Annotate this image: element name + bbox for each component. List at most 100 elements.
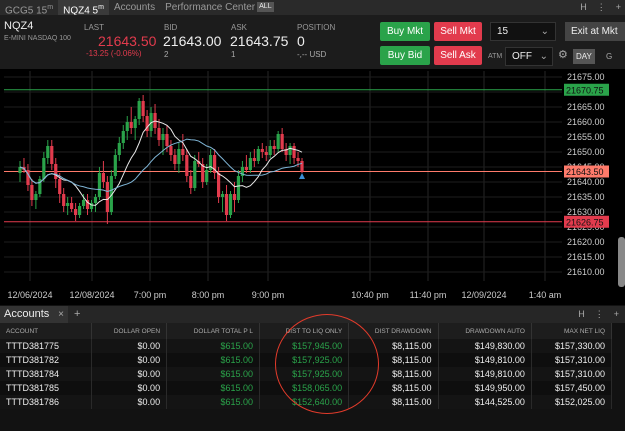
table-cell: $615.00 bbox=[166, 353, 260, 367]
table-cell: TTTD381786 bbox=[0, 395, 93, 409]
candle bbox=[260, 149, 264, 152]
x-tick-label: 12/09/2024 bbox=[461, 290, 506, 300]
table-cell: $157,925.00 bbox=[259, 353, 350, 367]
candle bbox=[232, 194, 237, 200]
menu-icon[interactable]: ⋮ bbox=[597, 0, 606, 15]
table-cell: $8,115.00 bbox=[348, 339, 439, 353]
candle bbox=[165, 134, 169, 146]
window-controls: H ⋮ + bbox=[580, 0, 621, 15]
table-cell: $615.00 bbox=[166, 339, 260, 353]
ask-size: 1 bbox=[231, 50, 236, 59]
quantity-select[interactable]: 15 ⌄ bbox=[490, 22, 556, 41]
candle bbox=[280, 134, 284, 149]
candle bbox=[70, 203, 74, 209]
close-icon[interactable]: × bbox=[58, 306, 64, 323]
candle bbox=[173, 155, 177, 164]
candle bbox=[272, 146, 276, 149]
table-cell: $0.00 bbox=[91, 353, 168, 367]
table-cell: $158,065.00 bbox=[259, 381, 350, 395]
table-row[interactable]: TTTD381784 $0.00 $615.00 $157,925.00 $8,115.… bbox=[0, 367, 613, 381]
tif-option[interactable]: G bbox=[603, 49, 615, 64]
ask-price: 21643.75 bbox=[230, 33, 289, 49]
price-chart[interactable]: 21675.0021670.0021665.0021660.0021655.00… bbox=[0, 69, 625, 305]
chevron-down-icon: ⌄ bbox=[540, 26, 549, 37]
plus-icon[interactable]: + bbox=[74, 306, 80, 323]
table-row[interactable]: TTTD381782 $0.00 $615.00 $157,925.00 $8,115.… bbox=[0, 353, 613, 367]
link-icon[interactable]: H bbox=[580, 0, 587, 15]
table-row[interactable]: TTTD381786 $0.00 $615.00 $152,640.00 $8,115.… bbox=[0, 395, 613, 409]
tab-label: Accounts bbox=[113, 2, 156, 13]
candle bbox=[177, 149, 181, 164]
link-icon[interactable]: H bbox=[578, 306, 585, 323]
x-tick-label: 11:40 pm bbox=[410, 290, 447, 300]
table-cell: $8,115.00 bbox=[348, 381, 439, 395]
candle bbox=[137, 101, 141, 119]
column-header[interactable]: ACCOUNT bbox=[0, 323, 93, 339]
candle bbox=[244, 167, 248, 170]
table-row[interactable]: TTTD381785 $0.00 $615.00 $158,065.00 $8,115.… bbox=[0, 381, 613, 395]
tab-gcg5[interactable]: GCG5 15m bbox=[0, 0, 58, 16]
bid-price: 21643.00 bbox=[163, 33, 222, 49]
plus-icon[interactable]: + bbox=[616, 0, 621, 15]
table-cell: $8,115.00 bbox=[348, 395, 439, 409]
sell-mkt-button[interactable]: Sell Mkt bbox=[434, 22, 482, 41]
column-header[interactable]: DOLLAR TOTAL P L bbox=[166, 323, 260, 339]
position-value: 0 bbox=[297, 33, 305, 49]
accounts-tab[interactable]: Accounts × bbox=[0, 306, 68, 323]
accounts-tab-bar: Accounts × + H ⋮ + bbox=[0, 306, 625, 323]
tab-bar: GCG5 15m NQZ4 5m Accounts Performance Ce… bbox=[0, 0, 625, 16]
table-cell: $149,830.00 bbox=[438, 339, 532, 353]
y-tick-label: 21675.00 bbox=[567, 72, 605, 82]
candle bbox=[220, 194, 225, 197]
position-label: POSITION bbox=[297, 23, 336, 32]
scrollbar[interactable] bbox=[618, 237, 625, 287]
table-cell: $8,115.00 bbox=[348, 367, 439, 381]
y-tick-label: 21615.00 bbox=[567, 252, 605, 262]
column-header[interactable]: DOLLAR OPEN bbox=[91, 323, 168, 339]
tab-accounts[interactable]: Accounts bbox=[109, 0, 160, 15]
candle bbox=[248, 158, 252, 170]
y-tick-label: 21610.00 bbox=[567, 267, 605, 277]
y-tick-label: 21635.00 bbox=[567, 192, 605, 202]
x-tick-label: 10:40 pm bbox=[351, 290, 389, 300]
table-cell: $0.00 bbox=[91, 381, 168, 395]
candle bbox=[74, 209, 78, 215]
tab-nqz4[interactable]: NQZ4 5m bbox=[58, 0, 109, 16]
buy-mkt-button[interactable]: Buy Mkt bbox=[380, 22, 430, 41]
table-cell: $157,945.00 bbox=[259, 339, 350, 353]
all-badge[interactable]: ALL bbox=[257, 2, 274, 13]
candle bbox=[268, 146, 272, 155]
column-header[interactable]: MAX NET LIQ bbox=[531, 323, 613, 339]
candle bbox=[62, 194, 66, 206]
atm-label: ATM bbox=[488, 53, 503, 60]
candle bbox=[141, 101, 145, 116]
candle bbox=[58, 179, 62, 194]
gear-icon[interactable]: ⚙ bbox=[558, 48, 568, 61]
column-header[interactable]: DRAWDOWN AUTO bbox=[438, 323, 532, 339]
candle bbox=[105, 182, 109, 212]
candle bbox=[117, 143, 121, 155]
buy-bid-button[interactable]: Buy Bid bbox=[380, 46, 430, 65]
menu-icon[interactable]: ⋮ bbox=[595, 306, 604, 323]
candle bbox=[34, 194, 38, 200]
exit-at-mkt-button[interactable]: Exit at Mkt bbox=[565, 22, 625, 41]
candle bbox=[42, 158, 46, 179]
table-cell: TTTD381785 bbox=[0, 381, 93, 395]
price-label: 21643.50 bbox=[566, 167, 604, 177]
plus-icon[interactable]: + bbox=[614, 306, 619, 323]
column-header[interactable]: DIST DRAWDOWN bbox=[348, 323, 439, 339]
price-label: 21626.75 bbox=[566, 217, 604, 227]
tab-performance-center[interactable]: Performance Center ALL bbox=[160, 0, 279, 15]
price-label: 21670.75 bbox=[566, 85, 604, 95]
candle bbox=[129, 122, 133, 128]
symbol[interactable]: NQZ4 bbox=[4, 20, 33, 32]
day-button[interactable]: DAY bbox=[573, 49, 595, 64]
sell-ask-button[interactable]: Sell Ask bbox=[434, 46, 482, 65]
table-cell: $152,640.00 bbox=[259, 395, 350, 409]
column-header[interactable]: DIST TO LIQ ONLY bbox=[259, 323, 350, 339]
candle bbox=[50, 146, 54, 164]
table-row[interactable]: TTTD381775 $0.00 $615.00 $157,945.00 $8,115.… bbox=[0, 339, 613, 353]
candle bbox=[121, 131, 125, 143]
atm-select[interactable]: OFF ⌄ bbox=[505, 47, 553, 66]
candle bbox=[224, 194, 229, 215]
